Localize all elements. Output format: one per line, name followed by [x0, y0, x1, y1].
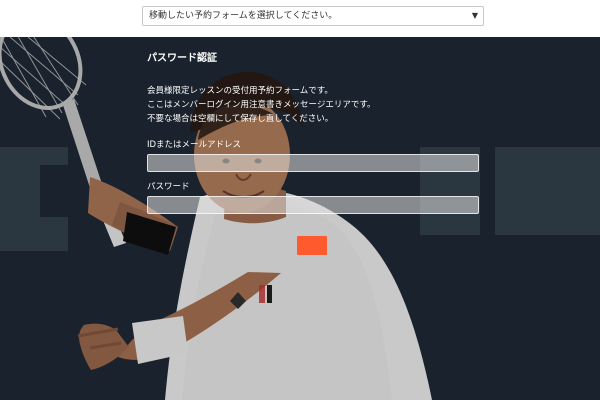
dropdown-arrow-icon: ▼ [471, 11, 478, 20]
shirt-tag [297, 236, 327, 255]
form-description-line-2: ここはメンバーログイン用注意書きメッセージエリアです。 [147, 100, 376, 110]
form-title: パスワード認証 [147, 53, 217, 64]
page: 移動したい予約フォームを選択してください。 ▼ パスワード認証 会員様限定レッス… [0, 0, 600, 400]
form-description-line-3: 不要な場合は空欄にして保存し直してください。 [147, 114, 334, 124]
top-bar: 移動したい予約フォームを選択してください。 ▼ [0, 0, 600, 37]
email-input[interactable] [147, 154, 479, 172]
password-input[interactable] [147, 196, 479, 214]
form-select[interactable]: 移動したい予約フォームを選択してください。 ▼ [142, 6, 484, 26]
password-form: パスワード認証 会員様限定レッスンの受付用予約フォームです。 ここはメンバーログ… [147, 52, 479, 214]
form-description-line-1: 会員様限定レッスンの受付用予約フォームです。 [147, 86, 333, 96]
password-label: パスワード [147, 182, 190, 192]
form-select-value: 移動したい予約フォームを選択してください。 [149, 11, 338, 21]
email-label: IDまたはメールアドレス [147, 140, 242, 150]
